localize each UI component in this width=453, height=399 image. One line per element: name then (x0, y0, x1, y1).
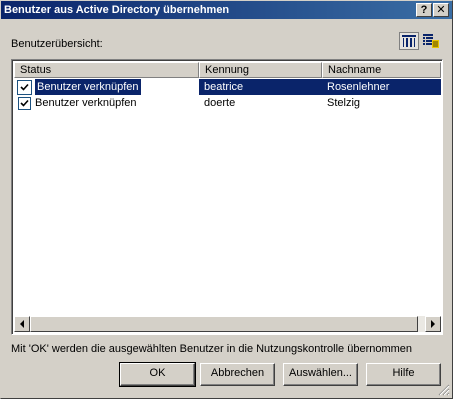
title-bar[interactable]: Benutzer aus Active Directory übernehmen… (1, 1, 452, 19)
list-view-icon (423, 34, 439, 48)
column-header-kennung[interactable]: Kennung (199, 62, 322, 78)
nachname-cell: Stelzig (327, 97, 361, 109)
arrow-left-icon (20, 320, 24, 328)
resize-grip-icon[interactable] (438, 384, 450, 396)
status-text: Benutzer verknüpfen (35, 97, 137, 109)
status-cell: Benutzer verknüpfen (14, 95, 199, 111)
row-checkbox[interactable] (18, 96, 31, 110)
kennung-cell: beatrice (199, 79, 322, 95)
select-button[interactable]: Auswählen... (283, 363, 358, 386)
checkmark-icon (20, 83, 29, 91)
info-text: Mit 'OK' werden die ausgewählten Benutze… (11, 343, 413, 355)
scroll-track[interactable] (30, 316, 425, 332)
user-list[interactable]: Status Kennung Nachname Benutzer verknüp… (11, 59, 443, 335)
question-icon: ? (420, 4, 428, 16)
window-title: Benutzer aus Active Directory übernehmen (4, 4, 230, 16)
table-row[interactable]: Benutzer verknüpfen doerte Stelzig (14, 95, 441, 111)
column-header-nachname[interactable]: Nachname (322, 62, 441, 78)
horizontal-scrollbar[interactable] (14, 316, 441, 332)
details-view-icon (402, 35, 416, 47)
checkmark-icon (20, 99, 29, 107)
column-header-status[interactable]: Status (14, 62, 199, 78)
kennung-cell: doerte (204, 97, 236, 109)
table-row[interactable]: Benutzer verknüpfen beatrice Rosenlehner (14, 79, 441, 95)
status-text: Benutzer verknüpfen (35, 79, 141, 95)
ok-button[interactable]: OK (119, 362, 196, 387)
list-header: Status Kennung Nachname (14, 62, 441, 78)
status-cell: Benutzer verknüpfen (14, 79, 199, 95)
scroll-right-button[interactable] (425, 316, 441, 332)
cancel-button[interactable]: Abbrechen (200, 363, 275, 386)
details-view-button[interactable] (399, 32, 419, 50)
close-title-button[interactable]: ✕ (433, 3, 449, 17)
close-icon: ✕ (436, 4, 446, 16)
dialog-window: Benutzer aus Active Directory übernehmen… (0, 0, 453, 399)
overview-label: Benutzerübersicht: (11, 38, 103, 50)
list-view-button[interactable] (421, 32, 441, 50)
help-button[interactable]: Hilfe (366, 363, 441, 386)
help-title-button[interactable]: ? (416, 3, 432, 17)
row-checkbox[interactable] (17, 79, 32, 95)
scroll-left-button[interactable] (14, 316, 30, 332)
arrow-right-icon (431, 320, 435, 328)
scroll-thumb[interactable] (30, 316, 418, 332)
nachname-cell: Rosenlehner (322, 79, 441, 95)
